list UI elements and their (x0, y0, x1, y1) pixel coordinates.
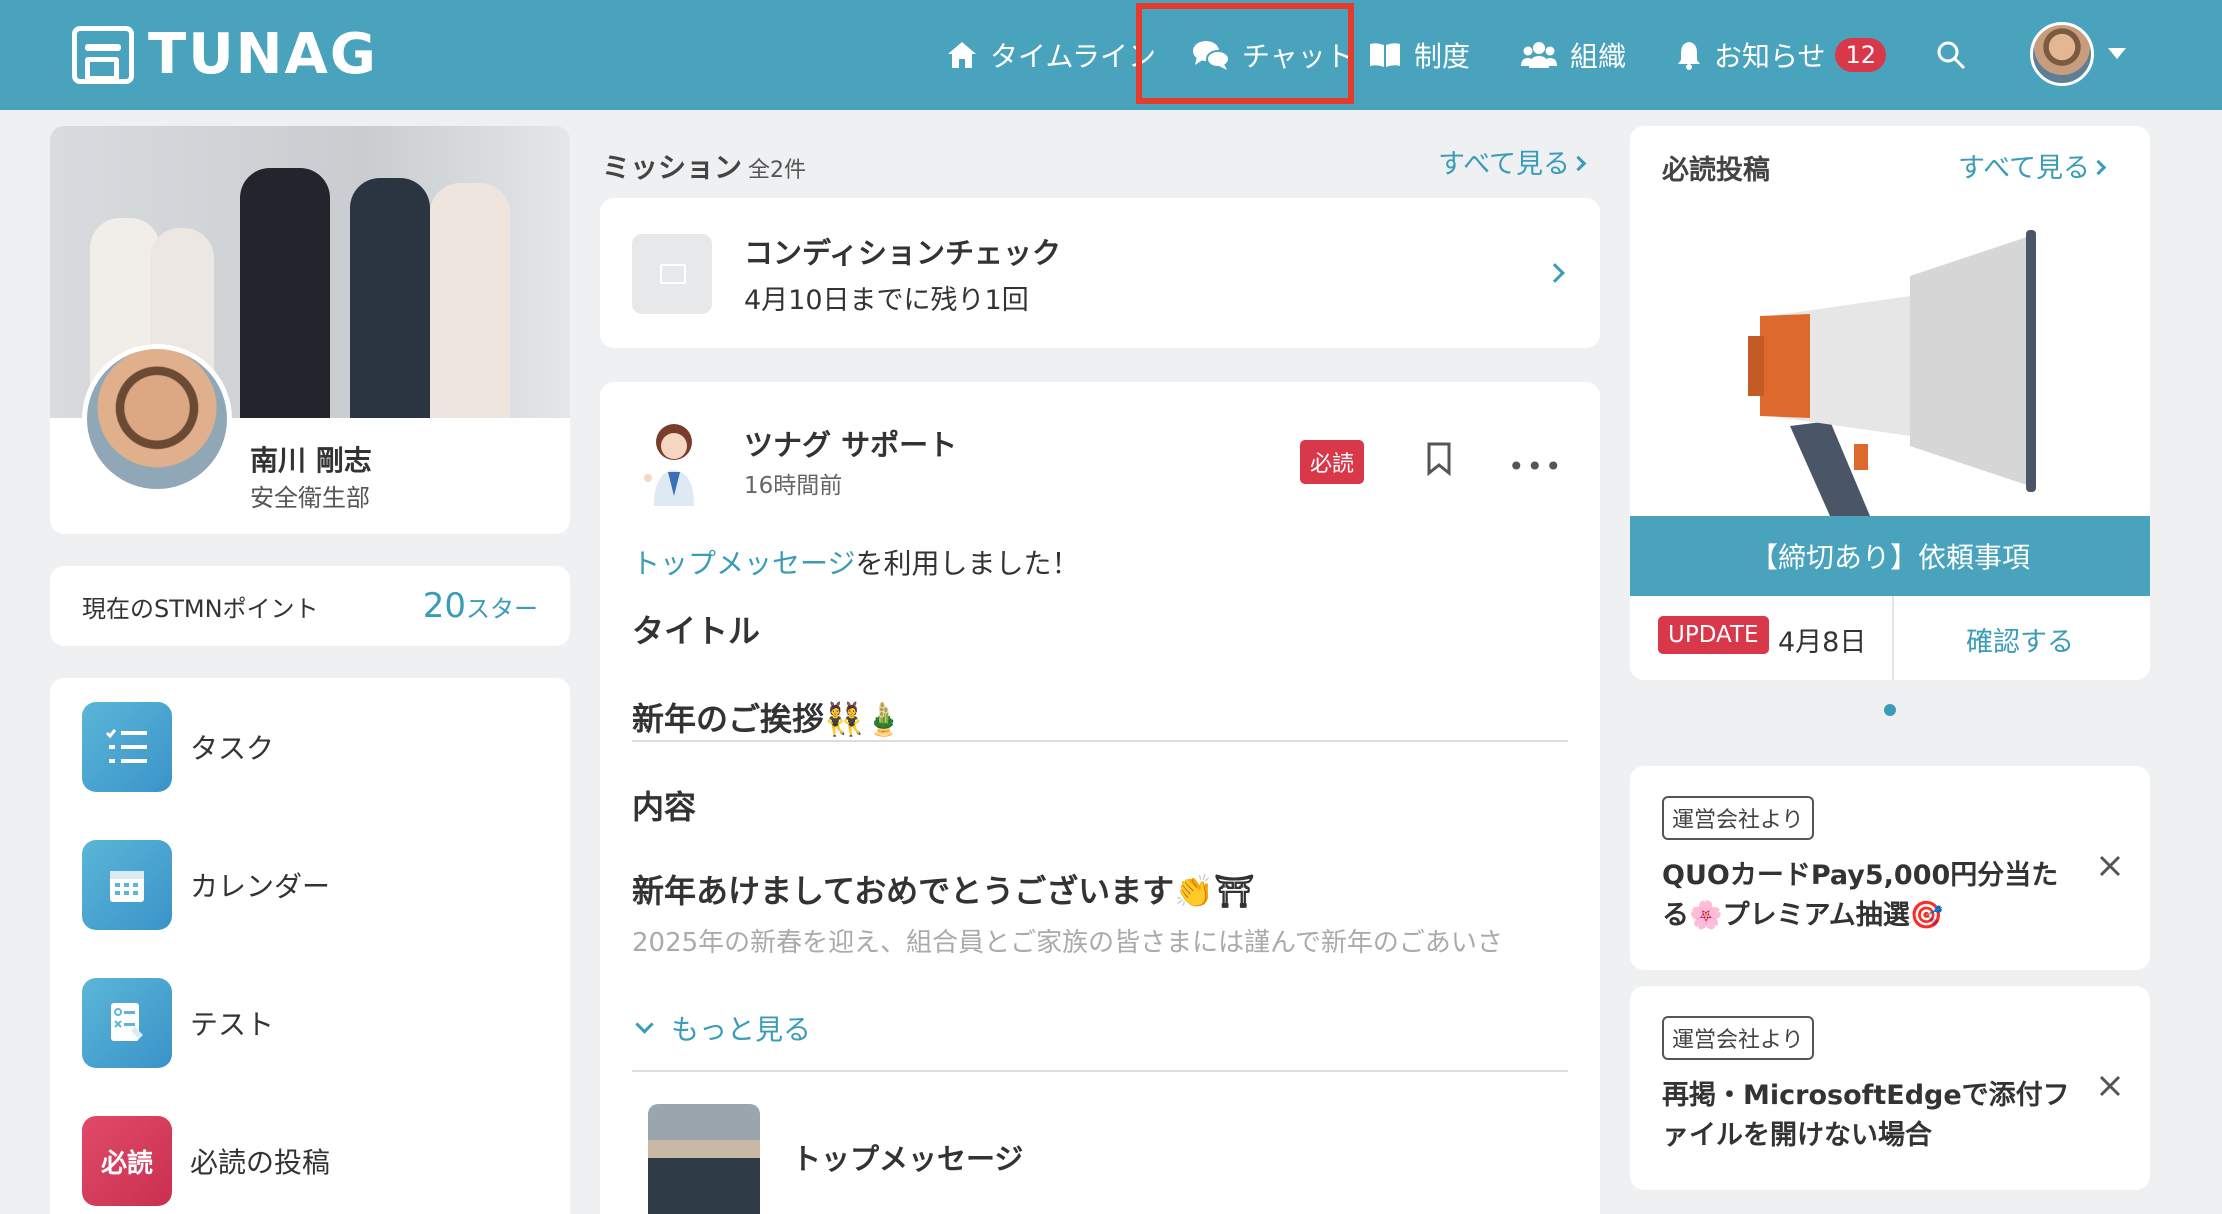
menu-item-calendar[interactable]: カレンダー (82, 840, 330, 930)
menu-item-test[interactable]: テスト (82, 978, 274, 1068)
chevron-right-icon (1545, 263, 1565, 283)
people-icon (1521, 42, 1557, 68)
nav-notifications-label: お知らせ (1714, 40, 1826, 73)
mission-see-all-label: すべて見る (1438, 149, 1571, 180)
post-divider (632, 740, 1568, 742)
post-content-preview: 2025年の新春を迎え、組合員とご家族の皆さまには謹んで新年のごあいさ (632, 928, 1503, 958)
must-read-icon: 必読 (82, 1116, 172, 1206)
nav-system-label: 制度 (1414, 40, 1471, 73)
top-header: TUNAG タイムライン チャット 制度 組織 お知らせ 12 (0, 0, 2222, 110)
mission-deadline: 4月10日までに残り1回 (744, 285, 1029, 316)
menu-label-task: タスク (190, 732, 275, 765)
post-content-label: 内容 (632, 788, 697, 826)
home-icon (948, 42, 976, 68)
logo-text: TUNAG (148, 22, 378, 87)
mission-see-all-link[interactable]: すべて見る (1438, 142, 1590, 181)
points-unit: スター (466, 595, 538, 623)
notice-text: 再掲・MicrosoftEdgeで添付ファイルを開けない場合 (1662, 1080, 2070, 1151)
points-value: 20 (422, 586, 466, 626)
must-read-date: 4月8日 (1778, 627, 1867, 658)
activity-text: を利用しました！ (855, 547, 1080, 580)
mission-name: コンディションチェック (744, 236, 1061, 270)
notice-text: QUOカードPay5,000円分当たる🌸プレミアム抽選🎯 (1662, 860, 2059, 931)
task-list-icon (82, 702, 172, 792)
must-read-card: 必読投稿 すべて見る 【締切あり】依頼事項 UPDATE 4月8日 確認する (1630, 126, 2150, 680)
test-icon (82, 978, 172, 1068)
image-placeholder-icon (632, 234, 712, 314)
points-label: 現在のSTMNポイント (82, 594, 319, 623)
show-more-label: もっと見る (671, 1013, 812, 1046)
post-time: 16時間前 (744, 473, 843, 499)
calendar-icon (82, 840, 172, 930)
chevron-right-icon (2090, 159, 2106, 176)
menu-label-test: テスト (190, 1008, 275, 1041)
nav-notifications[interactable]: お知らせ 12 (1676, 22, 1886, 88)
top-message-thumbnail[interactable] (648, 1104, 760, 1214)
mission-item-card[interactable]: コンディションチェック 4月10日までに残り1回 (600, 198, 1600, 348)
points-card[interactable]: 現在のSTMNポイント 20スター (50, 566, 570, 646)
nav-organization[interactable]: 組織 (1520, 22, 1626, 88)
bell-icon (1678, 42, 1700, 70)
menu-item-task[interactable]: タスク (82, 702, 274, 792)
notice-tag: 運営会社より (1662, 1016, 1814, 1060)
activity-link[interactable]: トップメッセージ (632, 547, 855, 580)
support-avatar-icon[interactable] (632, 416, 712, 506)
notice-card-1[interactable]: 運営会社より QUOカードPay5,000円分当たる🌸プレミアム抽選🎯 (1630, 766, 2150, 970)
search-icon (1937, 41, 1966, 70)
chat-highlight-box (1136, 3, 1354, 104)
post-title-label: タイトル (632, 612, 761, 650)
mission-section-title: ミッション 全2件 (602, 146, 806, 186)
profile-department: 安全衛生部 (250, 484, 370, 512)
close-icon[interactable] (2098, 1074, 2122, 1098)
logo-icon (72, 26, 134, 84)
notice-tag: 運営会社より (1662, 796, 1814, 840)
notification-count-badge: 12 (1835, 38, 1886, 72)
must-read-title: 必読投稿 (1662, 155, 1770, 186)
nav-timeline-label: タイムライン (990, 40, 1157, 73)
nav-organization-label: 組織 (1570, 40, 1627, 73)
points-value-wrap: 20スター (423, 586, 538, 626)
top-message-title[interactable]: トップメッセージ (792, 1136, 1023, 1178)
post-content-heading: 新年あけましておめでとうございます👏⛩ (632, 872, 1255, 910)
must-read-thumbnail[interactable] (1630, 206, 2150, 516)
confirm-link[interactable]: 確認する (1966, 620, 2074, 659)
nav-system[interactable]: 制度 (1368, 22, 1470, 88)
profile-avatar[interactable] (82, 344, 232, 494)
more-options-icon[interactable]: ••• (1508, 450, 1564, 483)
must-read-see-all-link[interactable]: すべて見る (1958, 146, 2110, 185)
timeline-post-card: ツナグ サポート 16時間前 必読 ••• トップメッセージを利用しました！ タ… (600, 382, 1600, 1214)
must-read-see-all-label: すべて見る (1958, 153, 2091, 184)
post-title-value: 新年のご挨拶👯🎍 (632, 700, 904, 738)
post-divider (632, 1070, 1568, 1072)
show-more-link[interactable]: もっと見る (632, 1008, 811, 1048)
must-read-banner[interactable]: 【締切あり】依頼事項 (1630, 516, 2150, 596)
profile-name: 南川 剛志 (250, 444, 372, 477)
post-author[interactable]: ツナグ サポート (744, 422, 957, 464)
notice-card-2[interactable]: 運営会社より 再掲・MicrosoftEdgeで添付ファイルを開けない場合 (1630, 986, 2150, 1190)
menu-item-must-read[interactable]: 必読 必読の投稿 (82, 1116, 330, 1206)
divider (1892, 596, 1894, 680)
menu-label-calendar: カレンダー (190, 870, 331, 903)
shortcut-menu: タスク カレンダー テスト 必読 必読の投稿 (50, 678, 570, 1214)
post-activity-text: トップメッセージを利用しました！ (632, 542, 1079, 582)
mission-title-text: ミッション (602, 151, 743, 184)
close-icon[interactable] (2098, 854, 2122, 878)
mission-count: 全2件 (748, 158, 807, 183)
menu-label-must-read: 必読の投稿 (190, 1146, 331, 1179)
user-menu-caret-icon[interactable] (2108, 48, 2126, 59)
update-badge: UPDATE (1658, 616, 1769, 654)
chevron-right-icon (1570, 155, 1586, 172)
bookmark-icon[interactable] (1426, 442, 1452, 476)
carousel-dot[interactable] (1884, 704, 1896, 716)
megaphone-icon (1748, 230, 2036, 516)
tunag-logo[interactable]: TUNAG (72, 24, 378, 86)
user-avatar[interactable] (2030, 22, 2094, 86)
chevron-down-icon (635, 1014, 654, 1034)
profile-card[interactable]: 南川 剛志 安全衛生部 (50, 126, 570, 534)
search-button[interactable] (1936, 22, 1978, 88)
book-icon (1370, 43, 1400, 67)
must-read-badge: 必読 (1300, 440, 1365, 484)
nav-timeline[interactable]: タイムライン (946, 22, 1156, 88)
